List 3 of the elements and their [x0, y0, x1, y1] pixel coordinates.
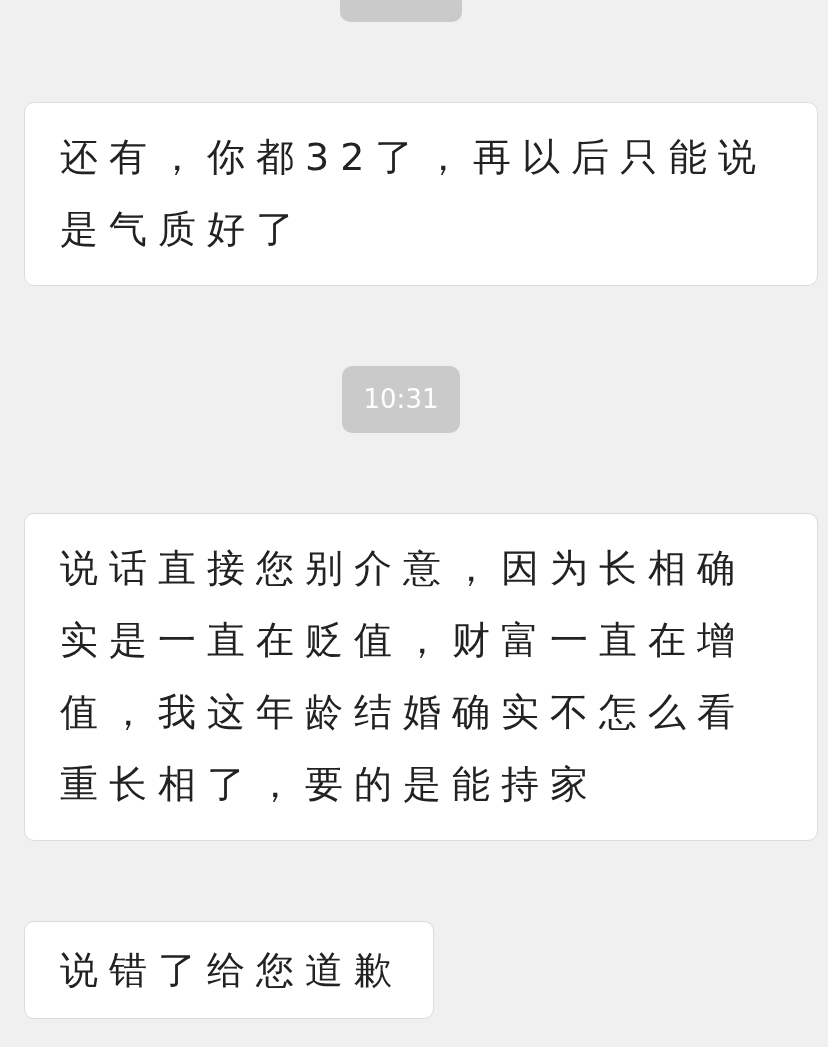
- message-bubble: 说错了给您道歉: [24, 921, 434, 1019]
- message-bubble: 说话直接您别介意，因为长相确实是一直在贬值，财富一直在增值，我这年龄结婚确实不怎么看重长相了，要的是能持家: [24, 513, 818, 841]
- message-bubble: 还有，你都32了，再以后只能说是气质好了: [24, 102, 818, 286]
